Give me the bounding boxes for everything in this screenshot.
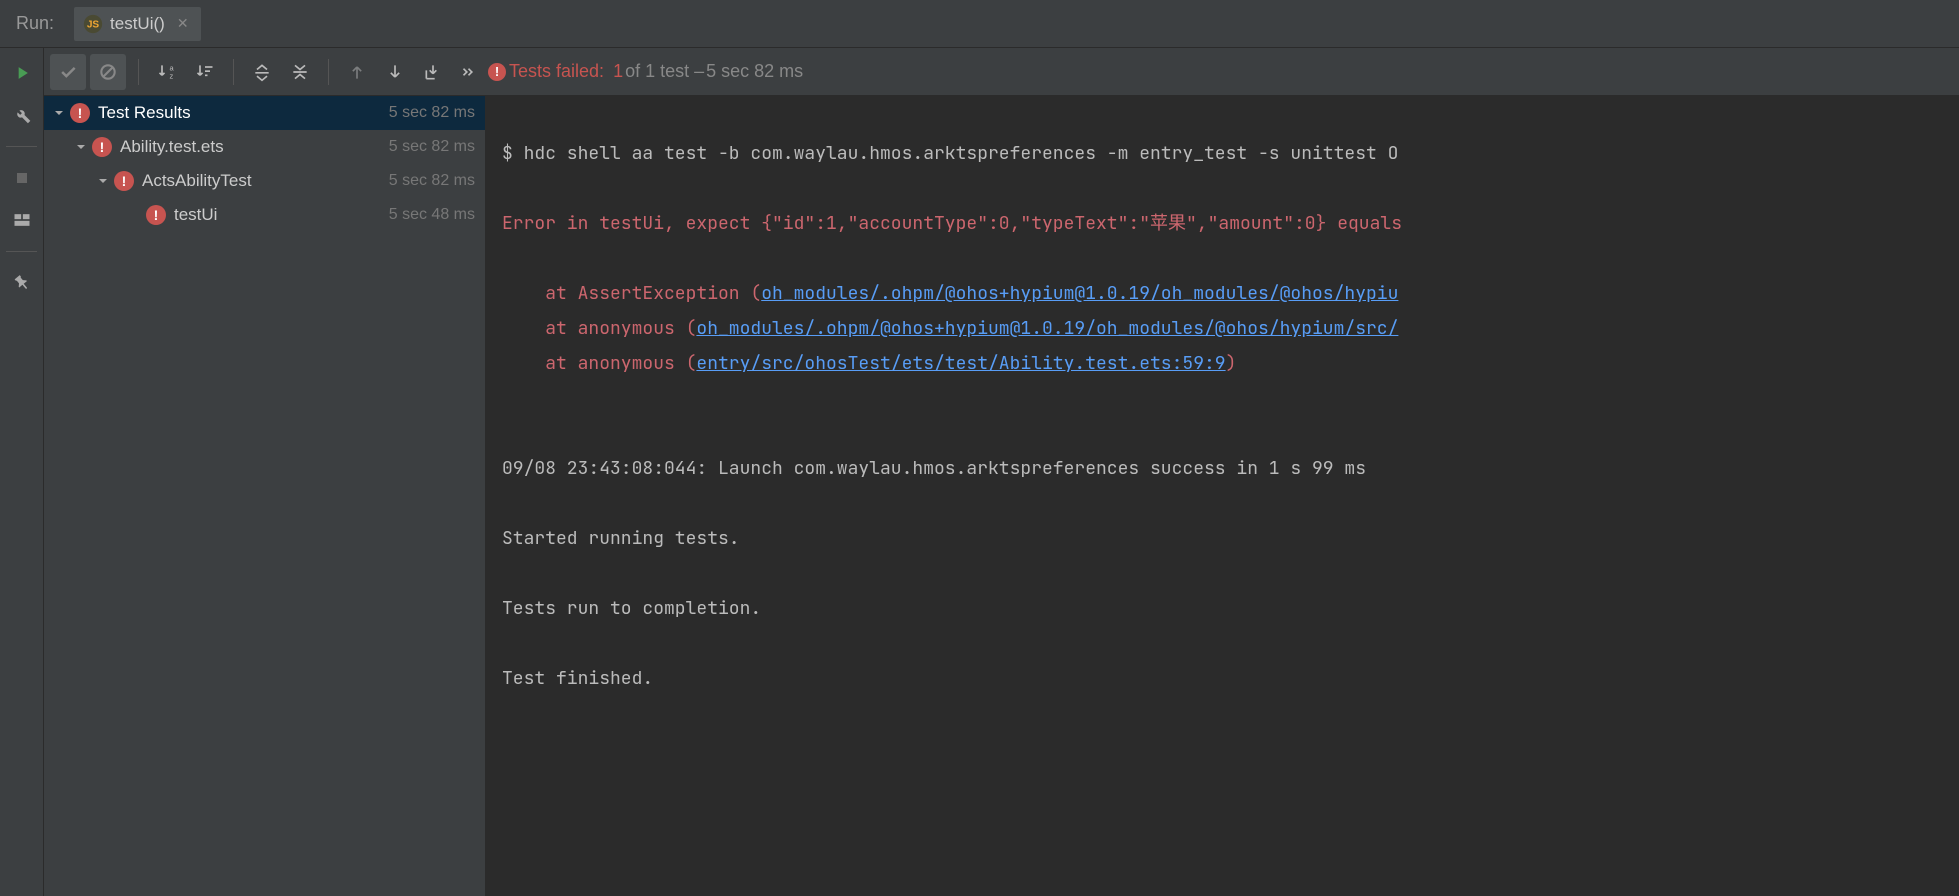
console-blank (502, 381, 1959, 416)
console-blank (502, 626, 1959, 661)
chevron-down-icon (96, 174, 110, 188)
summary-prefix: Tests failed: (509, 61, 604, 82)
js-icon: JS (82, 13, 104, 35)
sort-duration-icon[interactable] (187, 54, 223, 90)
close-icon[interactable]: ✕ (177, 15, 189, 32)
layout-icon[interactable] (11, 209, 33, 231)
tree-label: ActsAbilityTest (142, 171, 252, 191)
tree-time: 5 sec 82 ms (389, 172, 475, 190)
tree-label: Ability.test.ets (120, 137, 224, 157)
chevron-down-icon (52, 106, 66, 120)
console-line: $ hdc shell aa test -b com.waylau.hmos.a… (502, 136, 1959, 171)
import-results-icon[interactable] (415, 54, 451, 90)
console-blank (502, 171, 1959, 206)
tree-label: Test Results (98, 103, 191, 123)
console-stack-line: at anonymous (oh_modules/.ohpm/@ohos+hyp… (502, 311, 1959, 346)
sort-alpha-icon[interactable]: az (149, 54, 185, 90)
console-line: Test finished. (502, 661, 1959, 696)
svg-text:z: z (170, 71, 174, 80)
right-area: az (44, 48, 1959, 896)
run-config-tab[interactable]: JS testUi() ✕ (74, 7, 201, 41)
next-fail-icon[interactable] (377, 54, 413, 90)
error-icon: ! (487, 62, 507, 82)
toolbar-separator-3 (328, 59, 329, 85)
toolbar-separator (138, 59, 139, 85)
error-icon: ! (92, 137, 112, 157)
prev-fail-icon[interactable] (339, 54, 375, 90)
gutter-divider-2 (6, 251, 36, 252)
summary-failed-count: 1 (613, 61, 623, 82)
error-icon: ! (114, 171, 134, 191)
stack-link[interactable]: entry/src/ohosTest/ets/test/Ability.test… (696, 352, 1225, 375)
gutter-divider (6, 146, 36, 147)
console-error-line: Error in testUi, expect {"id":1,"account… (502, 206, 1959, 241)
pin-icon[interactable] (11, 272, 33, 294)
console-line: Started running tests. (502, 521, 1959, 556)
tree-time: 5 sec 82 ms (389, 138, 475, 156)
console-line: Tests run to completion. (502, 591, 1959, 626)
tree-row[interactable]: ! ActsAbilityTest 5 sec 82 ms (44, 164, 485, 198)
tab-title: testUi() (110, 14, 165, 34)
console-blank (502, 416, 1959, 451)
console-blank (502, 486, 1959, 521)
results-toolbar: az (44, 48, 1959, 96)
run-label: Run: (6, 13, 74, 34)
console-stack-line: at anonymous (entry/src/ohosTest/ets/tes… (502, 346, 1959, 381)
console-blank (502, 556, 1959, 591)
console-output[interactable]: $ hdc shell aa test -b com.waylau.hmos.a… (486, 96, 1959, 896)
stack-link[interactable]: oh_modules/.ohpm/@ohos+hypium@1.0.19/oh_… (696, 317, 1398, 340)
error-icon: ! (146, 205, 166, 225)
svg-text:JS: JS (87, 19, 100, 30)
console-blank (502, 241, 1959, 276)
summary-time: 5 sec 82 ms (706, 61, 803, 82)
summary-of: of 1 test – (625, 61, 704, 82)
show-ignored-icon[interactable] (90, 54, 126, 90)
more-icon[interactable] (453, 54, 479, 90)
main-area: az (0, 48, 1959, 896)
tree-time: 5 sec 82 ms (389, 104, 475, 122)
chevron-down-icon (74, 140, 88, 154)
tree-row[interactable]: ! Test Results 5 sec 82 ms (44, 96, 485, 130)
wrench-icon[interactable] (11, 104, 33, 126)
stop-icon[interactable] (11, 167, 33, 189)
expand-all-icon[interactable] (244, 54, 280, 90)
console-line: 09/08 23:43:08:044: Launch com.waylau.hm… (502, 451, 1959, 486)
tree-time: 5 sec 48 ms (389, 206, 475, 224)
test-tree[interactable]: ! Test Results 5 sec 82 ms! Ability.test.et… (44, 96, 486, 896)
test-summary: ! Tests failed: 1 of 1 test – 5 sec 82 m… (487, 61, 803, 82)
stack-link[interactable]: oh_modules/.ohpm/@ohos+hypium@1.0.19/oh_… (761, 282, 1398, 305)
body-row: ! Test Results 5 sec 82 ms! Ability.test.et… (44, 96, 1959, 896)
show-passed-icon[interactable] (50, 54, 86, 90)
tree-row[interactable]: ! testUi 5 sec 48 ms (44, 198, 485, 232)
error-icon: ! (70, 103, 90, 123)
console-blank (502, 696, 1959, 731)
collapse-all-icon[interactable] (282, 54, 318, 90)
tree-row[interactable]: ! Ability.test.ets 5 sec 82 ms (44, 130, 485, 164)
console-stack-line: at AssertException (oh_modules/.ohpm/@oh… (502, 276, 1959, 311)
run-icon[interactable] (11, 62, 33, 84)
toolbar-separator-2 (233, 59, 234, 85)
tree-label: testUi (174, 205, 217, 225)
left-gutter (0, 48, 44, 896)
top-bar: Run: JS testUi() ✕ (0, 0, 1959, 48)
